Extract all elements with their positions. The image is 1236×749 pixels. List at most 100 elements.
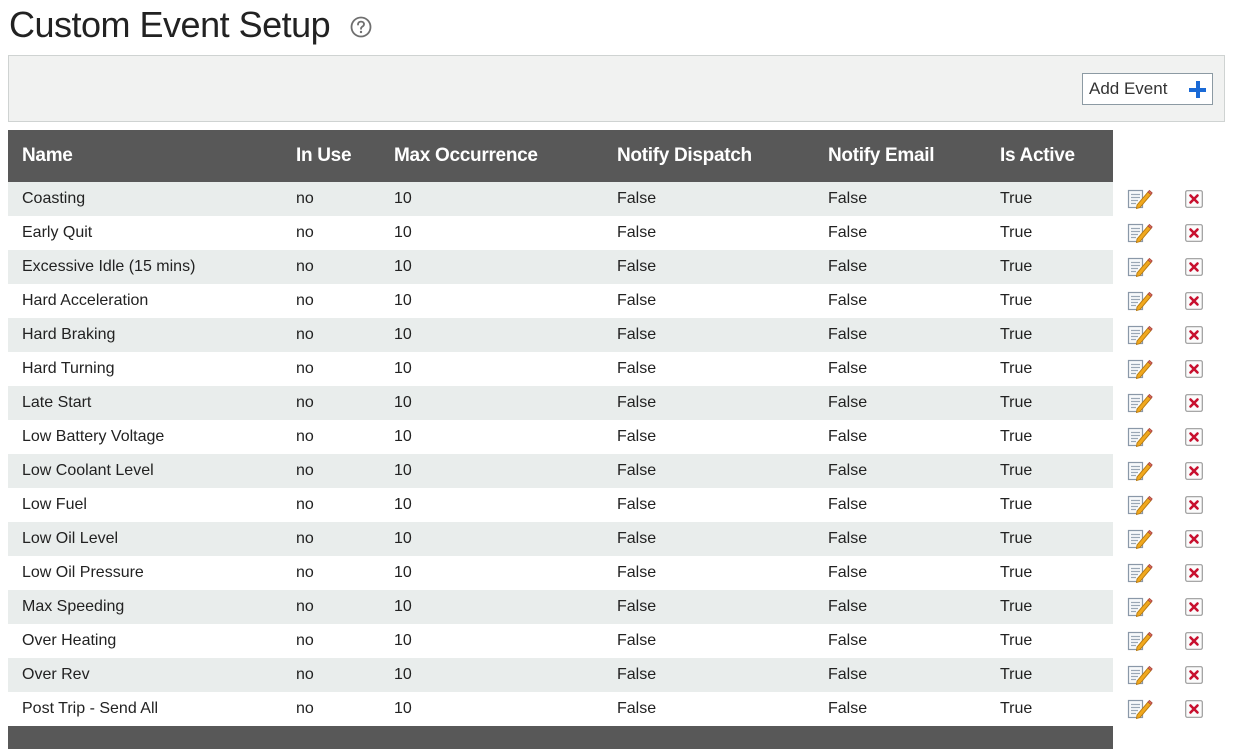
table-row: Low Oil Pressure no 10 False False True bbox=[8, 556, 1228, 590]
delete-icon[interactable] bbox=[1185, 495, 1203, 514]
notify-dispatch-cell: False bbox=[617, 624, 828, 658]
notify-email-cell: False bbox=[828, 250, 1000, 284]
table-row: Over Heating no 10 False False True bbox=[8, 624, 1228, 658]
edit-cell bbox=[1113, 692, 1170, 726]
delete-icon[interactable] bbox=[1185, 597, 1203, 616]
edit-cell bbox=[1113, 420, 1170, 454]
edit-cell bbox=[1113, 624, 1170, 658]
delete-cell bbox=[1170, 454, 1228, 488]
notify-email-cell: False bbox=[828, 488, 1000, 522]
edit-icon[interactable] bbox=[1127, 290, 1153, 312]
delete-icon[interactable] bbox=[1185, 529, 1203, 548]
delete-icon[interactable] bbox=[1185, 257, 1203, 276]
edit-cell bbox=[1113, 250, 1170, 284]
max-occurrence-cell: 10 bbox=[394, 284, 617, 318]
max-occurrence-cell: 10 bbox=[394, 250, 617, 284]
notify-dispatch-cell: False bbox=[617, 352, 828, 386]
notify-dispatch-cell: False bbox=[617, 556, 828, 590]
notify-email-cell: False bbox=[828, 454, 1000, 488]
is-active-cell: True bbox=[1000, 284, 1113, 318]
is-active-cell: True bbox=[1000, 182, 1113, 216]
edit-cell bbox=[1113, 284, 1170, 318]
column-header-edit-blank bbox=[1113, 130, 1170, 182]
event-name-cell: Low Battery Voltage bbox=[8, 420, 296, 454]
is-active-cell: True bbox=[1000, 658, 1113, 692]
delete-icon[interactable] bbox=[1185, 427, 1203, 446]
column-header-notify-email[interactable]: Notify Email bbox=[828, 130, 1000, 182]
edit-icon[interactable] bbox=[1127, 324, 1153, 346]
notify-dispatch-cell: False bbox=[617, 522, 828, 556]
add-event-label: Add Event bbox=[1089, 79, 1168, 98]
delete-icon[interactable] bbox=[1185, 631, 1203, 650]
edit-icon[interactable] bbox=[1127, 426, 1153, 448]
edit-icon[interactable] bbox=[1127, 528, 1153, 550]
notify-dispatch-cell: False bbox=[617, 182, 828, 216]
delete-cell bbox=[1170, 216, 1228, 250]
notify-dispatch-cell: False bbox=[617, 386, 828, 420]
notify-dispatch-cell: False bbox=[617, 250, 828, 284]
max-occurrence-cell: 10 bbox=[394, 692, 617, 726]
notify-email-cell: False bbox=[828, 182, 1000, 216]
edit-icon[interactable] bbox=[1127, 222, 1153, 244]
event-name-cell: Low Oil Level bbox=[8, 522, 296, 556]
max-occurrence-cell: 10 bbox=[394, 556, 617, 590]
notify-dispatch-cell: False bbox=[617, 488, 828, 522]
column-header-is-active[interactable]: Is Active bbox=[1000, 130, 1113, 182]
table-row: Over Rev no 10 False False True bbox=[8, 658, 1228, 692]
is-active-cell: True bbox=[1000, 216, 1113, 250]
add-event-button[interactable]: Add Event bbox=[1082, 73, 1213, 105]
delete-icon[interactable] bbox=[1185, 291, 1203, 310]
in-use-cell: no bbox=[296, 318, 394, 352]
delete-icon[interactable] bbox=[1185, 223, 1203, 242]
table-row: Hard Braking no 10 False False True bbox=[8, 318, 1228, 352]
in-use-cell: no bbox=[296, 658, 394, 692]
delete-icon[interactable] bbox=[1185, 563, 1203, 582]
in-use-cell: no bbox=[296, 182, 394, 216]
is-active-cell: True bbox=[1000, 522, 1113, 556]
event-name-cell: Hard Turning bbox=[8, 352, 296, 386]
in-use-cell: no bbox=[296, 216, 394, 250]
is-active-cell: True bbox=[1000, 556, 1113, 590]
edit-icon[interactable] bbox=[1127, 358, 1153, 380]
in-use-cell: no bbox=[296, 624, 394, 658]
column-header-name[interactable]: Name bbox=[8, 130, 296, 182]
event-name-cell: Low Fuel bbox=[8, 488, 296, 522]
edit-icon[interactable] bbox=[1127, 392, 1153, 414]
delete-cell bbox=[1170, 590, 1228, 624]
column-header-notify-dispatch[interactable]: Notify Dispatch bbox=[617, 130, 828, 182]
is-active-cell: True bbox=[1000, 386, 1113, 420]
delete-cell bbox=[1170, 420, 1228, 454]
is-active-cell: True bbox=[1000, 352, 1113, 386]
edit-icon[interactable] bbox=[1127, 698, 1153, 720]
edit-icon[interactable] bbox=[1127, 256, 1153, 278]
edit-cell bbox=[1113, 556, 1170, 590]
notify-dispatch-cell: False bbox=[617, 692, 828, 726]
table-footer bbox=[8, 726, 1113, 749]
help-circle-icon[interactable] bbox=[350, 16, 372, 38]
edit-cell bbox=[1113, 182, 1170, 216]
delete-icon[interactable] bbox=[1185, 359, 1203, 378]
edit-icon[interactable] bbox=[1127, 494, 1153, 516]
delete-icon[interactable] bbox=[1185, 325, 1203, 344]
delete-icon[interactable] bbox=[1185, 189, 1203, 208]
in-use-cell: no bbox=[296, 352, 394, 386]
edit-icon[interactable] bbox=[1127, 188, 1153, 210]
edit-cell bbox=[1113, 658, 1170, 692]
delete-icon[interactable] bbox=[1185, 461, 1203, 480]
edit-icon[interactable] bbox=[1127, 596, 1153, 618]
notify-dispatch-cell: False bbox=[617, 454, 828, 488]
edit-icon[interactable] bbox=[1127, 562, 1153, 584]
delete-cell bbox=[1170, 318, 1228, 352]
event-name-cell: Hard Acceleration bbox=[8, 284, 296, 318]
delete-icon[interactable] bbox=[1185, 393, 1203, 412]
max-occurrence-cell: 10 bbox=[394, 624, 617, 658]
edit-icon[interactable] bbox=[1127, 630, 1153, 652]
notify-dispatch-cell: False bbox=[617, 420, 828, 454]
delete-icon[interactable] bbox=[1185, 699, 1203, 718]
column-header-in-use[interactable]: In Use bbox=[296, 130, 394, 182]
delete-icon[interactable] bbox=[1185, 665, 1203, 684]
column-header-max-occurrence[interactable]: Max Occurrence bbox=[394, 130, 617, 182]
edit-icon[interactable] bbox=[1127, 460, 1153, 482]
edit-cell bbox=[1113, 522, 1170, 556]
edit-icon[interactable] bbox=[1127, 664, 1153, 686]
